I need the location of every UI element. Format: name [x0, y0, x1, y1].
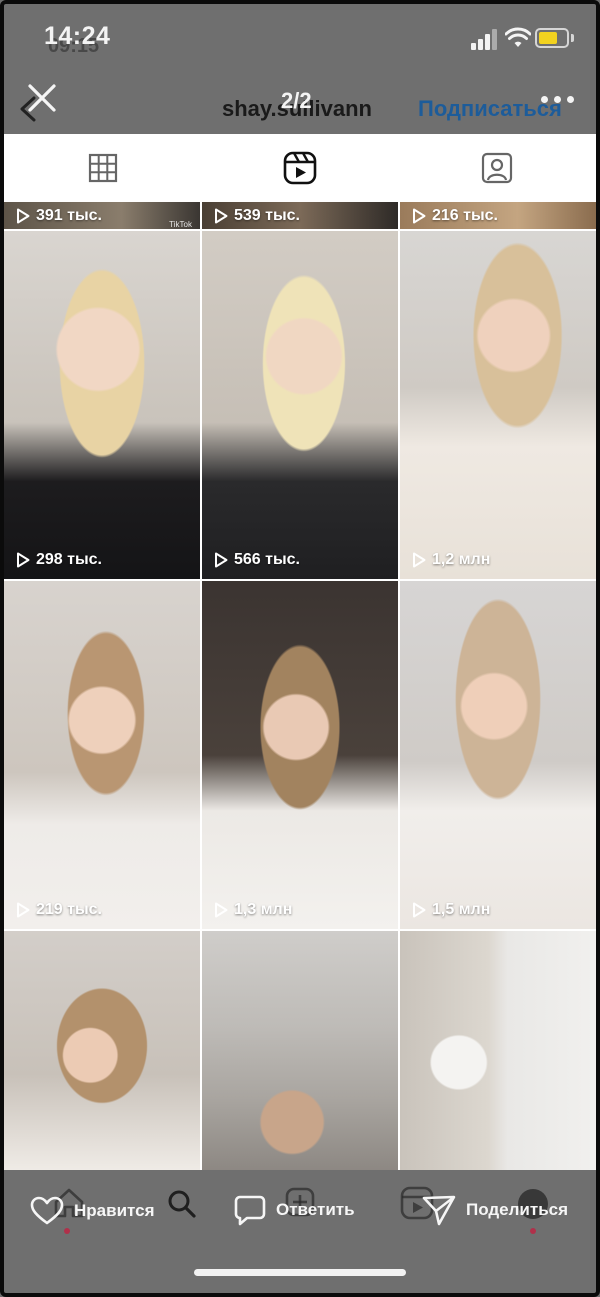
search-icon[interactable]	[166, 1188, 198, 1220]
reel-thumbnail[interactable]: 539 тыс.	[202, 202, 398, 229]
view-count: 1,5 млн	[412, 901, 490, 919]
reels-icon	[283, 151, 316, 185]
reply-label: Ответить	[276, 1200, 355, 1219]
close-icon[interactable]	[24, 80, 60, 116]
reel-thumbnail[interactable]: 391 тыс. TikTok	[4, 202, 200, 229]
like-label: Нравится	[74, 1201, 155, 1220]
comment-icon	[234, 1195, 266, 1226]
more-options-icon[interactable]	[541, 96, 575, 106]
reel-thumbnail[interactable]: 298 тыс.	[4, 231, 200, 579]
reel-thumbnail[interactable]: 219 тыс.	[4, 581, 200, 929]
reel-thumbnail[interactable]: 1,3 млн	[202, 581, 398, 929]
home-indicator[interactable]	[194, 1269, 406, 1276]
tagged-icon	[481, 152, 512, 184]
like-button[interactable]: Нравится	[30, 1196, 155, 1226]
reel-thumbnail[interactable]	[202, 931, 398, 1170]
wifi-icon	[505, 27, 531, 47]
play-icon	[413, 208, 426, 224]
view-count: 298 тыс.	[16, 551, 102, 569]
profile-tabs	[4, 134, 596, 202]
view-count: 566 тыс.	[214, 551, 300, 569]
view-count: 216 тыс.	[412, 207, 498, 225]
battery-icon	[535, 28, 569, 48]
share-button[interactable]: Поделиться	[422, 1194, 568, 1226]
reply-button[interactable]: Ответить	[234, 1194, 355, 1226]
reel-thumbnail[interactable]	[4, 931, 200, 1170]
reel-thumbnail[interactable]: 1,2 млн	[400, 231, 596, 579]
heart-icon	[30, 1196, 64, 1225]
play-icon	[215, 208, 228, 224]
reel-thumbnail[interactable]	[400, 931, 596, 1170]
send-icon	[422, 1195, 456, 1226]
view-count: 391 тыс.	[16, 207, 102, 225]
status-time: 14:24	[44, 22, 111, 50]
view-count: 1,2 млн	[412, 551, 490, 569]
profile-notification-dot	[530, 1228, 536, 1234]
play-icon	[413, 552, 426, 568]
share-label: Поделиться	[466, 1200, 569, 1219]
tab-reels[interactable]	[201, 134, 398, 202]
story-counter: 2/2	[281, 88, 312, 113]
cellular-signal-icon	[471, 28, 499, 50]
status-bar: 09:15 14:24	[0, 0, 600, 70]
view-count: 1,3 млн	[214, 901, 292, 919]
play-icon	[17, 552, 30, 568]
reel-thumbnail[interactable]: 216 тыс.	[400, 202, 596, 229]
notification-dot	[64, 1228, 70, 1234]
play-icon	[17, 902, 30, 918]
reel-thumbnail[interactable]: 566 тыс.	[202, 231, 398, 579]
view-count: 219 тыс.	[16, 901, 102, 919]
tiktok-watermark: TikTok	[169, 220, 192, 229]
tab-posts[interactable]	[4, 134, 201, 202]
view-count: 539 тыс.	[214, 207, 300, 225]
play-icon	[17, 208, 30, 224]
reel-thumbnail[interactable]: 1,5 млн	[400, 581, 596, 929]
play-icon	[413, 902, 426, 918]
grid-icon	[88, 153, 117, 183]
play-icon	[215, 552, 228, 568]
tab-tagged[interactable]	[398, 134, 595, 202]
play-icon	[215, 902, 228, 918]
reels-grid: 391 тыс. TikTok 539 тыс. 216 тыс. 298 ты…	[4, 202, 596, 1170]
